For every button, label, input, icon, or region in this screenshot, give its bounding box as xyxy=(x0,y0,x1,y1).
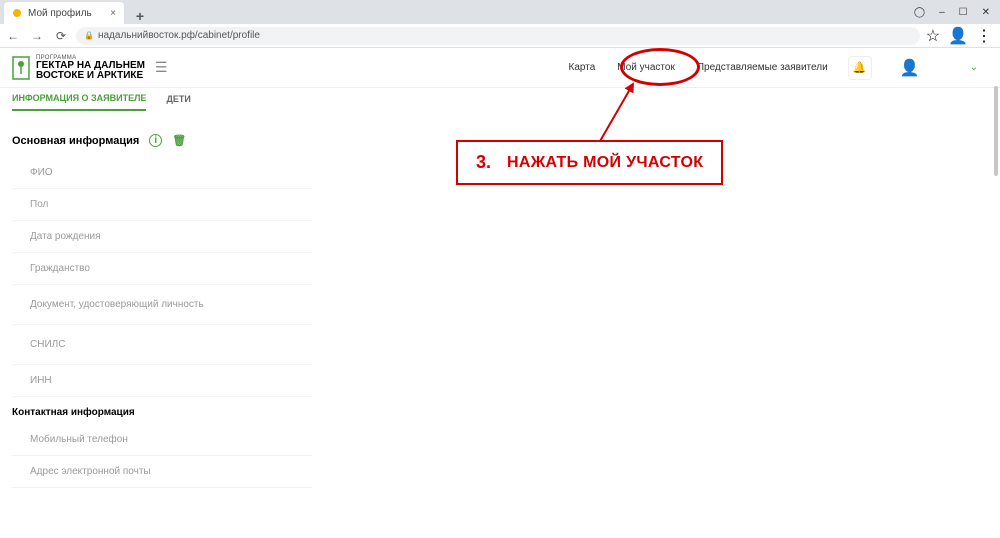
tab-children[interactable]: ДЕТИ xyxy=(166,94,190,110)
user-icon: 👤 xyxy=(900,58,920,78)
section-main-info: Основная информация i 🗑 xyxy=(12,126,988,157)
address-bar-row: ← → ⟳ 🔒 надальнийвосток.рф/cabinet/profi… xyxy=(0,24,1000,48)
browser-tab[interactable]: Мой профиль × xyxy=(4,2,124,24)
tab-applicant-info[interactable]: ИНФОРМАЦИЯ О ЗАЯВИТЕЛЕ xyxy=(12,93,146,111)
field-phone[interactable]: Мобильный телефон xyxy=(12,424,312,456)
reload-button[interactable]: ⟳ xyxy=(52,27,70,45)
star-icon[interactable]: ☆ xyxy=(926,26,940,46)
tab-strip: Мой профиль × + xyxy=(4,0,150,24)
bell-icon[interactable]: 🔔 xyxy=(848,56,872,80)
nav-my-plot[interactable]: Мой участок xyxy=(617,62,675,73)
tab-favicon-icon xyxy=(12,8,22,18)
subtabs: ИНФОРМАЦИЯ О ЗАЯВИТЕЛЕ ДЕТИ xyxy=(0,88,1000,116)
delete-icon[interactable]: 🗑 xyxy=(172,134,186,147)
tab-close-icon[interactable]: × xyxy=(110,8,116,19)
menu-dots-icon[interactable]: ⋮ xyxy=(976,26,992,46)
header-left: ПРОГРАММА ГЕКТАР НА ДАЛЬНЕМ ВОСТОКЕ И АР… xyxy=(12,55,168,81)
window-controls: ◯ – ☐ ✕ xyxy=(914,7,996,18)
new-tab-button[interactable]: + xyxy=(130,8,150,24)
logo-text: ПРОГРАММА ГЕКТАР НА ДАЛЬНЕМ ВОСТОКЕ И АР… xyxy=(36,55,145,81)
section-contact-title: Контактная информация xyxy=(12,397,988,424)
field-snils[interactable]: СНИЛС xyxy=(12,325,312,365)
header-nav: Карта Мой участок Представляемые заявите… xyxy=(569,62,828,73)
maximize-button[interactable]: ☐ xyxy=(959,7,968,18)
scrollbar[interactable] xyxy=(994,86,998,538)
field-fio[interactable]: ФИО xyxy=(12,157,312,189)
app-header: ПРОГРАММА ГЕКТАР НА ДАЛЬНЕМ ВОСТОКЕ И АР… xyxy=(0,48,1000,88)
user-menu[interactable]: 👤 ⌄ xyxy=(890,58,988,78)
info-icon[interactable]: i xyxy=(149,134,162,147)
nav-represented[interactable]: Представляемые заявители xyxy=(697,62,828,73)
fullscreen-icon[interactable]: ◯ xyxy=(914,7,925,18)
close-window-button[interactable]: ✕ xyxy=(982,7,990,18)
field-inn[interactable]: ИНН xyxy=(12,365,312,397)
field-citizenship[interactable]: Гражданство xyxy=(12,253,312,285)
profile-icon[interactable]: 👤 xyxy=(948,26,968,46)
tab-title: Мой профиль xyxy=(28,8,92,19)
logo-line2: ВОСТОКЕ И АРКТИКЕ xyxy=(36,71,145,81)
field-email[interactable]: Адрес электронной почты xyxy=(12,456,312,488)
minimize-button[interactable]: – xyxy=(939,7,945,18)
field-id-doc[interactable]: Документ, удостоверяющий личность xyxy=(12,285,312,325)
logo-line1: ГЕКТАР НА ДАЛЬНЕМ xyxy=(36,61,145,71)
back-button[interactable]: ← xyxy=(4,27,22,45)
address-bar[interactable]: 🔒 надальнийвосток.рф/cabinet/profile xyxy=(76,27,920,45)
section-main-title: Основная информация xyxy=(12,135,139,147)
header-right: 🔔 👤 ⌄ xyxy=(848,56,988,80)
hamburger-icon[interactable]: ☰ xyxy=(155,59,168,76)
content: Основная информация i 🗑 ФИО Пол Дата рож… xyxy=(0,116,1000,498)
map-pin-icon xyxy=(12,56,30,80)
nav-map[interactable]: Карта xyxy=(569,62,596,73)
chevron-down-icon: ⌄ xyxy=(970,62,978,73)
url-text: надальнийвосток.рф/cabinet/profile xyxy=(98,30,260,41)
logo[interactable]: ПРОГРАММА ГЕКТАР НА ДАЛЬНЕМ ВОСТОКЕ И АР… xyxy=(12,55,145,81)
field-gender[interactable]: Пол xyxy=(12,189,312,221)
field-dob[interactable]: Дата рождения xyxy=(12,221,312,253)
forward-button[interactable]: → xyxy=(28,27,46,45)
address-right: ☆ 👤 ⋮ xyxy=(926,26,996,46)
scrollbar-thumb[interactable] xyxy=(994,86,998,176)
lock-icon: 🔒 xyxy=(84,31,94,40)
browser-tab-strip: Мой профиль × + ◯ – ☐ ✕ xyxy=(0,0,1000,24)
